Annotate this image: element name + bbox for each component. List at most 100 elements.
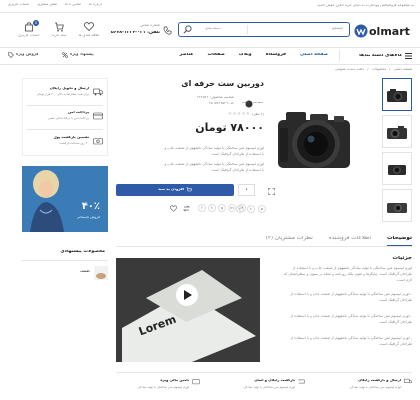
breadcrumb-item[interactable]: محصولات — [372, 68, 387, 72]
cart-header-label: سبد خرید — [51, 34, 67, 37]
pinterest-icon[interactable]: p — [218, 204, 226, 212]
feature-divider — [27, 105, 103, 106]
promo-percent: ۴۰٪ — [81, 202, 100, 212]
pinterest-share-icon[interactable]: p — [258, 205, 266, 213]
review-count: (۲ نظر) — [252, 112, 264, 116]
wishlist-heart-icon[interactable] — [170, 205, 177, 212]
add-to-cart-button[interactable]: افزودن به سبد — [116, 184, 234, 196]
quick-buy-link[interactable]: فروش ویژه — [8, 52, 38, 58]
play-button[interactable] — [176, 284, 198, 306]
credit-card-icon — [93, 112, 103, 120]
special-offer-link[interactable]: پیشنهاد ویژه — [62, 52, 94, 58]
facebook-share-icon[interactable]: f — [236, 205, 244, 213]
main-nav: صفحه اصلی فروشگاه وبلاگ صفحات عناصر — [179, 53, 328, 58]
feature-title: تضمین بازگشت پول — [53, 136, 89, 139]
product-price: ۷۸۰۰۰ تومان — [195, 122, 264, 133]
top-link[interactable]: نقش مشتری — [37, 3, 57, 7]
nav-item-elements[interactable]: عناصر — [179, 53, 193, 58]
top-link[interactable]: تماس با ما — [65, 3, 81, 7]
feature-desc: برای همه سفارشات بالای ۳۰۰ هزار تومان — [36, 93, 89, 96]
thumbnail[interactable] — [382, 189, 412, 222]
cart-icon — [55, 22, 64, 32]
breadcrumb-item: دکلت دست عمومی — [334, 68, 365, 71]
top-link[interactable]: حساب کاربری — [8, 3, 29, 7]
promo-caption: فروش تابستانی — [76, 216, 100, 219]
breadcrumb-item[interactable]: صفحه اصلی — [394, 68, 413, 72]
search-category-select[interactable]: دسته بندی — [205, 27, 221, 31]
feature-item: ارسال و تحویل رایگان برای همه سفارشات با… — [25, 85, 103, 103]
twitter-share-icon[interactable]: t — [247, 205, 255, 213]
facebook-icon[interactable]: f — [198, 204, 206, 212]
camera-image — [278, 112, 350, 168]
thumbnail[interactable] — [382, 152, 412, 185]
footer-feature-title: بازگشت رایگان و آسان — [254, 379, 295, 382]
search-icon[interactable] — [183, 25, 192, 34]
product-code: کد: ۴۵۰۵۸۶۷۵۴۹ — [208, 102, 234, 105]
footer-feature-desc: لورم ایپسوم متن ساختگی با تولید سادگی — [137, 386, 189, 389]
feature-item: تضمین بازگشت پول ۳۰ روز ضمانت بازگشت — [25, 134, 103, 152]
phone-number: تلفن: ۰۲۱-۱۲۳۴-۵۶۷۸ — [110, 31, 160, 35]
search-input[interactable]: جستجو — [332, 27, 343, 31]
logo[interactable]: olmart — [354, 22, 412, 40]
categories-menu[interactable]: کالاهای دسته بندها — [346, 50, 412, 62]
recent-product-item[interactable]: کفشک — [22, 266, 108, 280]
promo-banner[interactable]: ۴۰٪ فروش تابستانی — [22, 166, 108, 232]
nav-divider — [339, 50, 340, 61]
footer-feature-title: ارسال و بازگشت رایگان — [358, 379, 401, 382]
logo-text: olmart — [369, 25, 410, 37]
search-bar[interactable]: جستجو دسته بندی — [178, 22, 350, 37]
top-divider — [0, 12, 420, 13]
phone-icon — [163, 26, 172, 35]
recent-product-image — [96, 273, 106, 279]
play-icon — [184, 290, 192, 300]
nav-item-pages[interactable]: صفحات — [207, 53, 224, 58]
quantity-value[interactable]: 1 — [245, 188, 247, 192]
share-buttons-right: f t p — [236, 205, 266, 213]
footer-feature: ارسال و بازگشت رایگان لورم ایپسوم متن سا… — [316, 378, 412, 398]
details-heading: جزئیات — [392, 256, 412, 261]
twitter-icon[interactable]: t — [208, 204, 216, 212]
nav-item-blog[interactable]: وبلاگ — [239, 53, 252, 58]
camera-thumbnail-image — [387, 88, 407, 102]
tab-description[interactable]: توضیحات — [386, 236, 412, 246]
recent-product-name: کفشک — [80, 270, 90, 273]
product-tabs: توضیحات اطلاعات فروشنده نظرات مشتریان (۳… — [266, 236, 412, 246]
video-poster-image — [116, 258, 260, 362]
linkedin-icon[interactable]: in — [228, 204, 236, 212]
main-product-image[interactable] — [264, 78, 374, 200]
tag-icon — [8, 52, 14, 58]
star-rating-icons: ★★★★★ — [227, 112, 251, 117]
footer-feature: تامین مالی ویژه لورم ایپسوم متن ساختگی ب… — [110, 378, 200, 398]
quantity-stepper[interactable]: 1 — [238, 184, 255, 196]
promo-model-image — [22, 166, 108, 232]
account-header-button[interactable]: 0 حساب کاربری — [16, 20, 42, 42]
menu-icon — [405, 53, 412, 59]
nav-item-shop[interactable]: فروشگاه — [266, 53, 286, 58]
product-video[interactable]: Lorem — [116, 258, 260, 362]
nav-item-home[interactable]: صفحه اصلی — [300, 53, 328, 58]
tab-vendor[interactable]: اطلاعات فروشنده — [329, 236, 371, 246]
top-link[interactable]: درباره ما — [89, 3, 102, 7]
search-divider — [247, 25, 248, 34]
recent-products-title: محصولات پیشنهادی — [60, 250, 105, 254]
cart-icon — [186, 187, 192, 192]
footer-feature-title: تامین مالی ویژه — [160, 379, 189, 382]
heart-icon — [84, 22, 94, 31]
return-icon — [298, 378, 305, 384]
add-to-cart-label: افزودن به سبد — [157, 188, 185, 192]
camera-thumbnail-image — [387, 125, 407, 139]
feature-title: پرداخت امن — [68, 111, 89, 114]
cart-header-button[interactable]: سبد خرید — [46, 20, 72, 42]
product-sku: شناسه محصول: ۴۳۴۵۴۶ — [196, 96, 234, 99]
thumbnail[interactable] — [382, 115, 412, 148]
phone-block[interactable]: شماره تماس تلفن: ۰۲۱-۱۲۳۴-۵۶۷۸ — [110, 22, 172, 42]
tabs-divider — [116, 246, 412, 247]
quick-buy-label: فروش ویژه — [16, 52, 39, 57]
thumbnail[interactable] — [382, 78, 412, 111]
rating[interactable]: (۲ نظر) ★★★★★ — [228, 112, 264, 117]
compare-icon[interactable] — [183, 205, 190, 212]
wishlist-header-button[interactable]: علاقه مندی ها — [76, 20, 102, 42]
welcome-notice: به مجموعه فروشگاهی وودمارت به دنیای خرید… — [317, 4, 414, 7]
expand-icon[interactable] — [268, 188, 275, 195]
tab-reviews[interactable]: نظرات مشتریان (۳) — [266, 236, 313, 246]
